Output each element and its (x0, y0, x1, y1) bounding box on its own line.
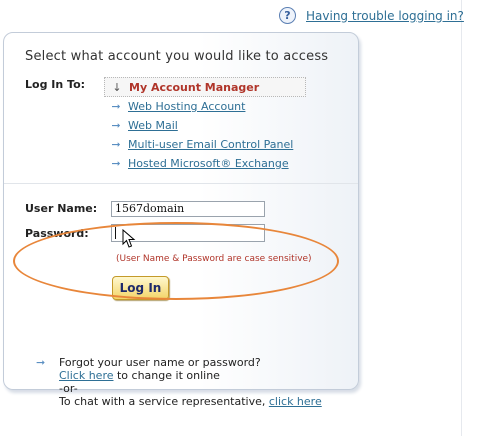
option-label: My Account Manager (129, 80, 260, 94)
option-hosted-exchange[interactable]: ➞ Hosted Microsoft® Exchange (104, 154, 306, 173)
option-link[interactable]: Hosted Microsoft® Exchange (128, 157, 289, 170)
question-icon[interactable]: ? (279, 7, 296, 24)
option-my-account-manager[interactable]: ↓ My Account Manager (104, 77, 306, 97)
username-label: User Name: (25, 202, 98, 215)
panel-heading: Select what account you would like to ac… (25, 49, 329, 64)
forgot-text: Forgot your user name or password? (59, 356, 261, 369)
option-web-hosting-account[interactable]: ➞ Web Hosting Account (104, 97, 306, 116)
help-section: Forgot your user name or password? Click… (59, 356, 322, 408)
log-in-button[interactable]: Log In (112, 276, 169, 300)
option-link[interactable]: Web Hosting Account (128, 100, 245, 113)
option-link[interactable]: Web Mail (128, 119, 178, 132)
password-label: Password: (25, 227, 89, 240)
chat-link[interactable]: click here (269, 395, 322, 408)
option-web-mail[interactable]: ➞ Web Mail (104, 116, 306, 135)
mouse-pointer-icon (122, 229, 136, 248)
arrow-down-icon: ↓ (112, 80, 122, 94)
arrow-right-icon: ➞ (111, 119, 121, 132)
or-text: -or- (59, 382, 78, 395)
chat-line: To chat with a service representative, c… (59, 395, 322, 408)
change-online-line: Click here to change it online (59, 369, 322, 382)
page-right-border (461, 0, 462, 436)
chat-text: To chat with a service representative, (59, 395, 269, 408)
help-link-row: ? Having trouble logging in? (279, 7, 464, 24)
case-sensitive-note: (User Name & Password are case sensitive… (116, 254, 312, 264)
arrow-right-icon: ➞ (111, 157, 121, 170)
login-panel: Select what account you would like to ac… (3, 32, 359, 408)
trouble-logging-in-link[interactable]: Having trouble logging in? (306, 9, 464, 23)
account-options: ↓ My Account Manager ➞ Web Hosting Accou… (104, 77, 306, 173)
section-divider (4, 183, 358, 184)
arrow-right-icon: ➞ (36, 356, 46, 369)
option-link[interactable]: Multi-user Email Control Panel (128, 138, 293, 151)
change-online-link[interactable]: Click here (59, 369, 114, 382)
change-online-text: to change it online (113, 369, 220, 382)
text-caret (115, 227, 116, 239)
log-in-to-label: Log In To: (25, 78, 86, 91)
username-input[interactable]: 1567domain (111, 201, 265, 217)
arrow-right-icon: ➞ (111, 138, 121, 151)
arrow-right-icon: ➞ (111, 100, 121, 113)
option-email-control-panel[interactable]: ➞ Multi-user Email Control Panel (104, 135, 306, 154)
